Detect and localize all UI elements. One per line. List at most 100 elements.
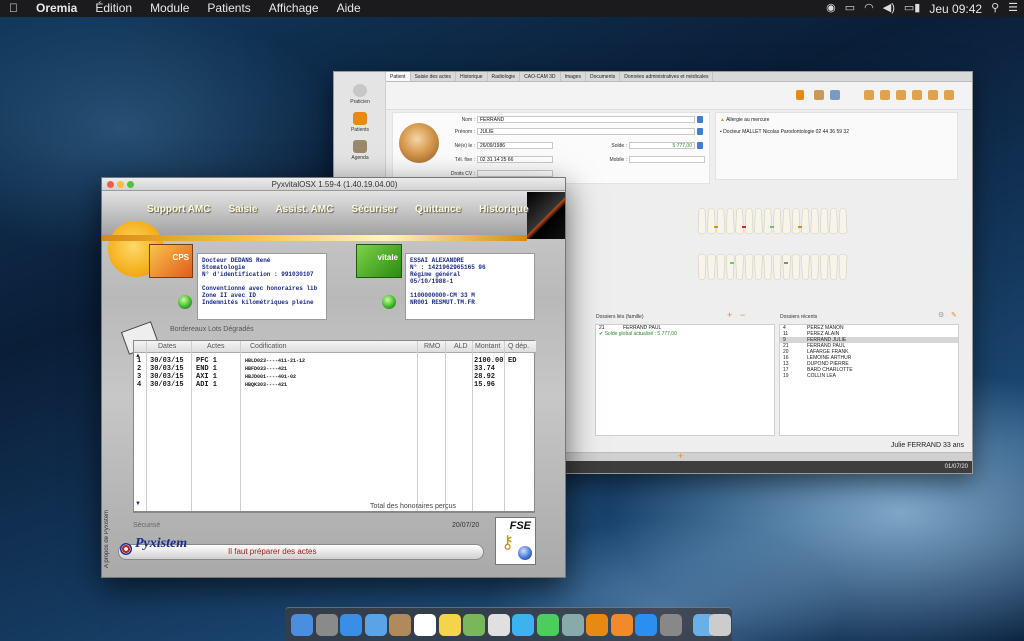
books-icon[interactable] bbox=[610, 614, 633, 636]
nom-field[interactable]: FERRAND bbox=[477, 116, 695, 123]
menu-edition[interactable]: Édition bbox=[86, 0, 141, 17]
facetime-icon[interactable] bbox=[537, 614, 559, 636]
tooth[interactable] bbox=[763, 253, 773, 281]
menu-app-name[interactable]: Oremia bbox=[27, 0, 86, 17]
add-family-icon[interactable]: + bbox=[727, 310, 732, 320]
tooth[interactable] bbox=[744, 253, 754, 281]
tooth[interactable] bbox=[725, 207, 735, 235]
sidebar-item-agenda[interactable]: Agenda bbox=[334, 140, 386, 161]
wifi-icon[interactable]: ◠ bbox=[864, 0, 874, 17]
menu-support-amc[interactable]: Support AMC bbox=[138, 204, 220, 215]
list-item[interactable]: 19 COLLIN LEA bbox=[780, 373, 958, 379]
mail-icon[interactable] bbox=[364, 614, 387, 636]
messages-icon[interactable] bbox=[512, 614, 535, 636]
preview-icon[interactable] bbox=[561, 614, 584, 636]
tooth[interactable] bbox=[772, 207, 782, 235]
tooth[interactable] bbox=[801, 253, 810, 281]
tooth[interactable] bbox=[782, 207, 791, 235]
volume-icon[interactable]: ◀) bbox=[883, 0, 895, 17]
tooth[interactable] bbox=[697, 253, 707, 281]
toolbar-person-icon[interactable] bbox=[896, 90, 906, 100]
maps-icon[interactable] bbox=[463, 614, 486, 636]
calendar-icon[interactable] bbox=[414, 614, 436, 636]
tooth[interactable] bbox=[810, 253, 820, 281]
tooth[interactable] bbox=[801, 207, 810, 235]
table-row[interactable]: 3 30/03/15 AXI 1 HBJD001----401-02 28.92 bbox=[134, 373, 536, 381]
tooth[interactable] bbox=[754, 253, 763, 281]
spotlight-icon[interactable]: ⚲ bbox=[991, 0, 999, 17]
airplay-icon[interactable]: ▭ bbox=[845, 0, 855, 17]
tooth[interactable] bbox=[707, 253, 716, 281]
launchpad-icon[interactable] bbox=[315, 614, 338, 636]
toolbar-person-icon[interactable] bbox=[880, 90, 890, 100]
tooth[interactable] bbox=[810, 207, 820, 235]
tab-historique[interactable]: Historique bbox=[456, 72, 488, 81]
tab-donnees-admin[interactable]: Données administratives et médicales bbox=[620, 72, 714, 81]
tooth[interactable] bbox=[754, 207, 763, 235]
photos-icon[interactable] bbox=[487, 614, 510, 636]
close-button[interactable] bbox=[107, 181, 114, 188]
menu-saisie[interactable]: Saisie bbox=[220, 204, 267, 215]
tooth[interactable] bbox=[763, 207, 773, 235]
add-icon[interactable]: + bbox=[678, 451, 683, 461]
dental-chart[interactable] bbox=[694, 192, 854, 300]
tooth[interactable] bbox=[791, 207, 801, 235]
safari-icon[interactable] bbox=[340, 614, 363, 636]
tooth[interactable] bbox=[772, 253, 782, 281]
notification-center-icon[interactable]: ☰ bbox=[1008, 0, 1018, 17]
scroll-up-icon[interactable]: ▲ bbox=[135, 353, 141, 359]
preferences-icon[interactable] bbox=[660, 614, 682, 636]
nom-dropdown-icon[interactable] bbox=[697, 116, 703, 123]
menu-module[interactable]: Module bbox=[141, 0, 198, 17]
menu-patients[interactable]: Patients bbox=[198, 0, 259, 17]
prenom-dropdown-icon[interactable] bbox=[697, 128, 703, 135]
naissance-field[interactable]: 26/09/1986 bbox=[477, 142, 553, 149]
appstore-icon[interactable] bbox=[635, 614, 658, 636]
toolbar-person-icon[interactable] bbox=[912, 90, 922, 100]
tab-patient[interactable]: Patient bbox=[386, 72, 411, 81]
tab-images[interactable]: Images bbox=[561, 72, 586, 81]
menu-aide[interactable]: Aide bbox=[328, 0, 370, 17]
notes-icon[interactable] bbox=[438, 614, 461, 636]
tooth[interactable] bbox=[716, 207, 726, 235]
tooth[interactable] bbox=[819, 207, 829, 235]
tooth[interactable] bbox=[697, 207, 707, 235]
toolbar-action-icon[interactable] bbox=[814, 90, 824, 100]
table-row[interactable]: 1 30/03/15 PFC 1 HBLD023----411-21-12 2100.0… bbox=[134, 357, 536, 365]
tab-documents[interactable]: Documents bbox=[586, 72, 621, 81]
chrome-icon[interactable]: ◉ bbox=[826, 0, 836, 17]
scroll-down-icon[interactable]: ▼ bbox=[135, 501, 141, 507]
tab-cao-cam[interactable]: CAO-CAM 3D bbox=[520, 72, 561, 81]
tooth[interactable] bbox=[725, 253, 735, 281]
recents-edit-icon[interactable]: ✎ bbox=[951, 311, 957, 319]
oremia-icon[interactable] bbox=[586, 614, 609, 636]
contacts-icon[interactable] bbox=[389, 614, 412, 636]
apple-menu-icon[interactable]:  bbox=[0, 0, 27, 17]
fse-button[interactable]: FSE ⚷ bbox=[495, 517, 536, 565]
about-pyxistem-link[interactable]: A propos de Pyxistem bbox=[104, 478, 114, 568]
table-row[interactable]: 4 30/03/15 ADI 1 HBQK303----421 15.96 bbox=[134, 381, 536, 389]
recents-settings-icon[interactable]: ⚙ bbox=[938, 311, 944, 319]
tooth[interactable] bbox=[838, 253, 848, 281]
finder-icon[interactable] bbox=[291, 614, 313, 636]
tooth[interactable] bbox=[819, 253, 829, 281]
mobile-field[interactable] bbox=[629, 156, 705, 163]
table-row[interactable]: 2 30/03/15 END 1 HBFD033----421 33.74 bbox=[134, 365, 536, 373]
remove-family-icon[interactable]: − bbox=[740, 310, 745, 320]
menu-assist-amc[interactable]: Assist. AMC bbox=[266, 204, 342, 215]
menu-affichage[interactable]: Affichage bbox=[260, 0, 328, 17]
sidebar-item-patients[interactable]: Patients bbox=[334, 112, 386, 133]
toolbar-action-icon[interactable] bbox=[830, 90, 840, 100]
tooth[interactable] bbox=[829, 253, 838, 281]
tooth[interactable] bbox=[716, 253, 726, 281]
droits-field[interactable] bbox=[477, 170, 553, 177]
menu-securiser[interactable]: Sécuriser bbox=[342, 204, 406, 215]
tooth[interactable] bbox=[735, 207, 744, 235]
tab-radiologie[interactable]: Radiologie bbox=[488, 72, 521, 81]
tooth[interactable] bbox=[791, 253, 801, 281]
sidebar-item-praticien[interactable]: Praticien bbox=[334, 84, 386, 105]
toolbar-person-icon[interactable] bbox=[864, 90, 874, 100]
battery-icon[interactable]: ▭▮ bbox=[904, 0, 920, 17]
bordereau-label[interactable]: Bordereaux Lots Dégradés bbox=[170, 326, 254, 333]
euro-icon[interactable] bbox=[796, 90, 804, 100]
